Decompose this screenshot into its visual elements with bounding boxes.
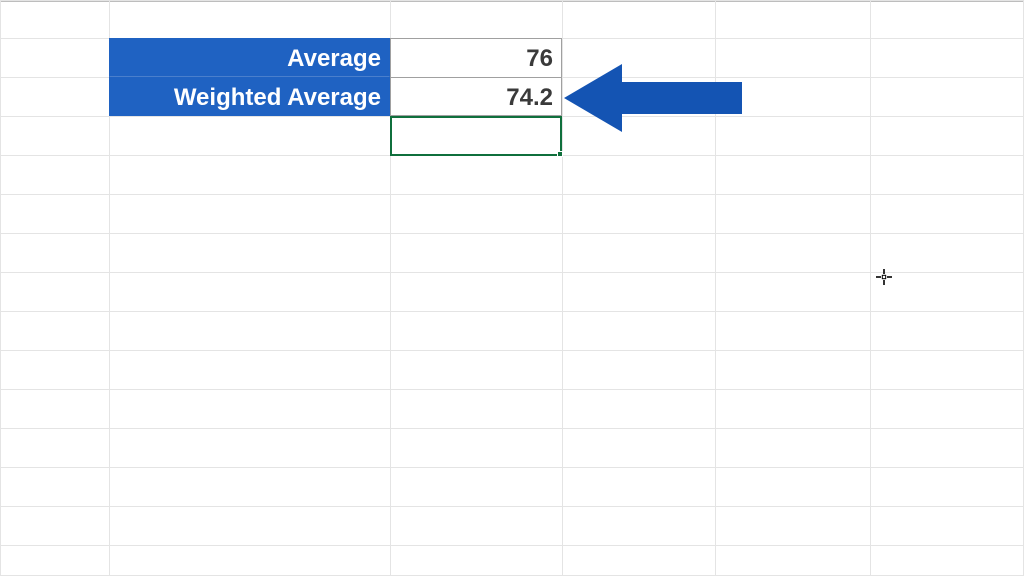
table-row: Average 76 bbox=[0, 38, 562, 77]
label-weighted-average[interactable]: Weighted Average bbox=[109, 77, 390, 116]
table-row: Weighted Average 74.2 bbox=[0, 77, 562, 116]
spreadsheet-grid[interactable]: Average 76 Weighted Average 74.2 bbox=[0, 0, 1024, 576]
fill-handle[interactable] bbox=[557, 151, 563, 157]
data-table: Average 76 Weighted Average 74.2 bbox=[0, 38, 562, 116]
label-average[interactable]: Average bbox=[109, 38, 390, 77]
value-weighted-average[interactable]: 74.2 bbox=[390, 77, 562, 116]
value-average[interactable]: 76 bbox=[390, 38, 562, 77]
cell-empty[interactable] bbox=[0, 38, 109, 77]
cell-empty[interactable] bbox=[0, 77, 109, 116]
arrow-annotation-icon bbox=[564, 60, 744, 141]
active-cell[interactable] bbox=[390, 116, 562, 156]
